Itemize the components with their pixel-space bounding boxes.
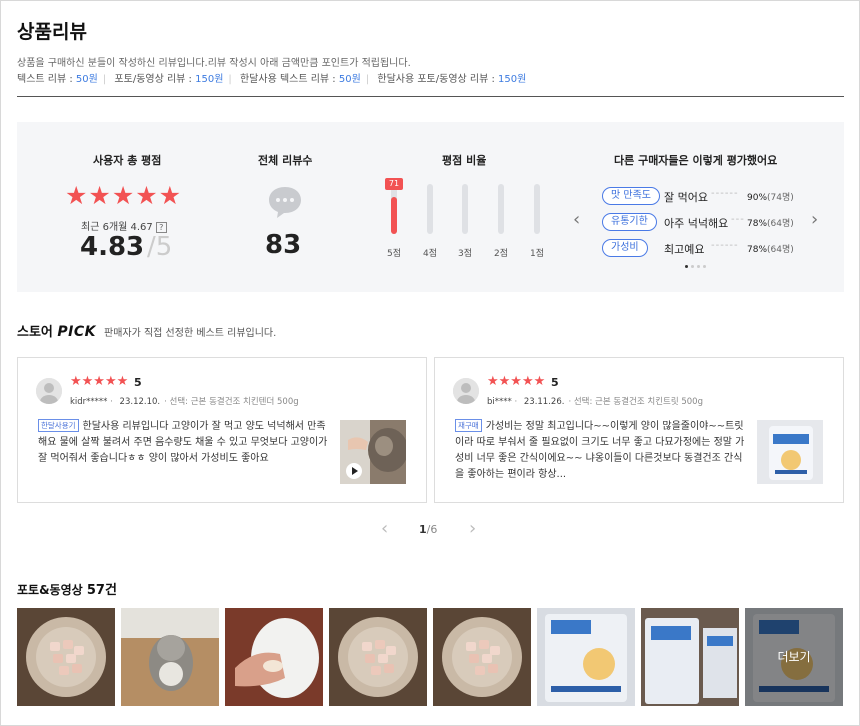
review-meta: kidr***** · 23.12.10. · 선택: 근본 동결건조 치킨텐더 …: [70, 397, 299, 407]
photo-section-title: 포토&동영상 57건: [17, 583, 117, 598]
review-score: 5: [551, 376, 559, 389]
review-date: 23.12.10.: [119, 397, 161, 407]
eval-percent: 90%(74명): [747, 193, 794, 203]
bar-track: [498, 184, 504, 234]
reviewer-id: kidr*****: [70, 397, 108, 407]
eval-tag: 유통기한: [602, 213, 657, 231]
review-card[interactable]: ★★★★★ 5 bi**** · 23.11.26. · 선택: 근본 동결건조 …: [434, 357, 844, 503]
review-thumbnail[interactable]: [757, 420, 823, 484]
review-card[interactable]: ★★★★★ 5 kidr***** · 23.12.10. · 선택: 근본 동결…: [17, 357, 427, 503]
pager-dot[interactable]: [703, 265, 706, 268]
photo-thumbnail[interactable]: [121, 608, 219, 706]
review-description: 상품을 구매하신 분들이 작성하신 리뷰입니다.리뷰 작성시 아래 금액만큼 포…: [17, 58, 411, 69]
review-tag: 한달사용기: [38, 419, 79, 432]
store-pick-title: 스토어 PICK: [17, 324, 97, 340]
eval-percent: 78%(64명): [747, 219, 794, 229]
eval-leader: ---: [731, 214, 745, 225]
review-thumbnail[interactable]: [340, 420, 406, 484]
review-stars: ★★★★★: [70, 374, 129, 389]
eval-leader: ------: [711, 188, 739, 199]
review-summary-panel: 사용자 총 평점 ★★★★★ 최근 6개월 4.67? 4.83 /5 전체 리…: [17, 122, 844, 292]
total-reviews-title: 전체 리뷰수: [258, 154, 313, 167]
pager-dot[interactable]: [691, 265, 694, 268]
eval-text: 잘 먹어요: [664, 191, 708, 204]
bar-label: 3점: [457, 249, 472, 259]
evaluation-title: 다른 구매자들은 이렇게 평가했어요: [614, 154, 778, 167]
bar-label: 1점: [529, 249, 544, 259]
eval-next-arrow[interactable]: ›: [811, 211, 818, 229]
bar-track: [427, 184, 433, 234]
eval-tag: 가성비: [602, 239, 648, 257]
photo-thumbnail[interactable]: [537, 608, 635, 706]
bar-label: 2점: [493, 249, 508, 259]
prev-page-arrow[interactable]: ‹: [381, 518, 388, 539]
pager-dot[interactable]: [697, 265, 700, 268]
reviewer-id: bi****: [487, 397, 512, 407]
page-indicator: 1/6: [419, 523, 438, 536]
review-section: 상품리뷰 상품을 구매하신 분들이 작성하신 리뷰입니다.리뷰 작성시 아래 금…: [0, 0, 860, 726]
eval-text: 최고예요: [664, 243, 705, 256]
avatar: [453, 378, 479, 404]
bar-label: 5점: [386, 249, 401, 259]
total-reviews-count: 83: [265, 230, 302, 260]
more-button[interactable]: 더보기: [745, 608, 843, 706]
avg-rating-value: 4.83: [80, 232, 145, 262]
eval-tag: 맛 만족도: [602, 187, 660, 205]
photo-thumbnail[interactable]: [641, 608, 739, 706]
speech-bubble-icon: [269, 187, 301, 218]
review-meta: bi**** · 23.11.26. · 선택: 근본 동결건조 치킨트릿 500…: [487, 397, 703, 407]
avg-rating-title: 사용자 총 평점: [93, 154, 162, 167]
avg-rating-stars: ★★★★★: [65, 181, 183, 210]
review-tag: 재구매: [455, 419, 482, 432]
next-page-arrow[interactable]: ›: [469, 518, 476, 539]
divider: [17, 96, 844, 97]
point-info: 텍스트 리뷰 : 50원 | 포토/동영상 리뷰 : 150원 | 한달사용 텍스트…: [17, 74, 527, 85]
avg-rating-max: /5: [147, 232, 173, 262]
rating-ratio-title: 평점 비율: [442, 154, 487, 167]
photo-thumbnail[interactable]: [433, 608, 531, 706]
bar-fill: [391, 197, 397, 234]
page-title: 상품리뷰: [17, 21, 87, 43]
review-body: 한달사용기 한달사용 리뷰입니다 고양이가 잘 먹고 양도 넉넉해서 만족해요 물…: [38, 419, 328, 464]
recent-rating: 최근 6개월 4.67?: [81, 218, 167, 233]
photo-thumbnail-more[interactable]: 더보기: [745, 608, 843, 706]
eval-percent: 78%(64명): [747, 245, 794, 255]
bar-label: 4점: [422, 249, 437, 259]
pager-dot-active[interactable]: [685, 265, 688, 268]
eval-pager: [685, 265, 709, 269]
eval-leader: ------: [711, 240, 739, 251]
photo-thumbnail[interactable]: [225, 608, 323, 706]
review-option: 선택: 근본 동결건조 치킨텐더 500g: [169, 397, 299, 407]
eval-text: 아주 넉넉해요: [664, 217, 729, 230]
bar-value-badge: 71: [385, 178, 403, 190]
play-icon[interactable]: [346, 463, 362, 479]
avatar: [36, 378, 62, 404]
eval-prev-arrow[interactable]: ‹: [573, 211, 580, 229]
review-body: 재구매 가성비는 정말 최고입니다~~이렇게 양이 많을줄이야~~트릿이라 따로 …: [455, 419, 745, 480]
review-option: 선택: 근본 동결건조 치킨트릿 500g: [573, 397, 703, 407]
bar-track: [534, 184, 540, 234]
review-stars: ★★★★★: [487, 374, 546, 389]
pagination: ‹ 1/6 ›: [377, 518, 487, 540]
store-pick-desc: 판매자가 직접 선정한 베스트 리뷰입니다.: [104, 328, 277, 339]
review-date: 23.11.26.: [523, 397, 565, 407]
photo-thumbnail[interactable]: [17, 608, 115, 706]
bar-track: [462, 184, 468, 234]
photo-thumbnail[interactable]: [329, 608, 427, 706]
review-score: 5: [134, 376, 142, 389]
